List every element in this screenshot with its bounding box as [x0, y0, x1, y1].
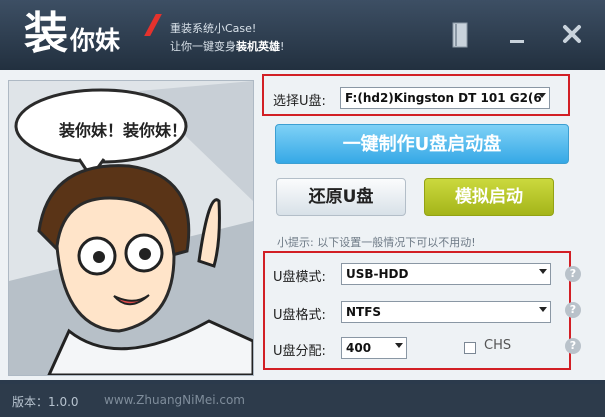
chs-label: CHS	[484, 338, 512, 353]
title-bar: 装 你妹 重装系统小Case! 让你一键变身装机英雄!	[0, 0, 605, 70]
usb-partition-value: 400	[346, 341, 372, 355]
tip-text: 小提示: 以下设置一般情况下可以不用动!	[277, 236, 476, 249]
mascot-illustration: 装你妹！装你妹！	[8, 80, 254, 376]
logo-accent-slash	[144, 14, 162, 36]
speech-bubble-text: 装你妹！装你妹！	[59, 121, 188, 140]
help-icon[interactable]: ?	[565, 266, 581, 282]
minimize-icon[interactable]	[510, 40, 524, 43]
slogan-suffix: !	[280, 40, 285, 53]
slogan-line-2: 让你一键变身装机英雄!	[170, 38, 284, 54]
simulate-boot-button[interactable]: 模拟启动	[424, 178, 554, 216]
website-link[interactable]: www.ZhuangNiMei.com	[104, 393, 245, 407]
usb-mode-value: USB-HDD	[346, 267, 409, 281]
usb-drive-value: F:(hd2)Kingston DT 101 G2(6	[345, 91, 542, 105]
chevron-down-icon	[539, 307, 547, 312]
chs-checkbox[interactable]	[464, 342, 476, 354]
help-icon[interactable]: ?	[565, 338, 581, 354]
book-icon[interactable]	[452, 22, 470, 48]
usb-format-value: NTFS	[346, 305, 382, 319]
slogan-highlight: 装机英雄	[236, 40, 280, 53]
slogan-prefix: 让你一键变身	[170, 40, 236, 53]
usb-format-label: U盘格式:	[273, 308, 326, 323]
usb-partition-label: U盘分配:	[273, 344, 326, 359]
usb-drive-dropdown[interactable]: F:(hd2)Kingston DT 101 G2(6	[340, 87, 550, 109]
usb-format-dropdown[interactable]: NTFS	[341, 301, 551, 323]
version-text: 版本：1.0.0	[12, 395, 79, 409]
close-icon[interactable]	[562, 24, 582, 44]
restore-usb-button[interactable]: 还原U盘	[276, 178, 406, 216]
chevron-down-icon	[395, 343, 403, 348]
usb-select-label: 选择U盘:	[273, 94, 326, 109]
usb-mode-label: U盘模式:	[273, 270, 326, 285]
chevron-down-icon	[539, 269, 547, 274]
logo-small-text: 你妹	[70, 26, 121, 55]
slogan-line-1: 重装系统小Case!	[170, 22, 257, 35]
footer-bar: 版本：1.0.0 www.ZhuangNiMei.com	[0, 384, 605, 417]
make-boot-usb-button[interactable]: 一键制作U盘启动盘	[275, 124, 569, 164]
chevron-down-icon	[538, 93, 546, 98]
usb-partition-dropdown[interactable]: 400	[341, 337, 407, 359]
logo-big-char: 装	[24, 8, 68, 59]
usb-mode-dropdown[interactable]: USB-HDD	[341, 263, 551, 285]
help-icon[interactable]: ?	[565, 302, 581, 318]
app-logo: 装 你妹	[24, 12, 120, 56]
